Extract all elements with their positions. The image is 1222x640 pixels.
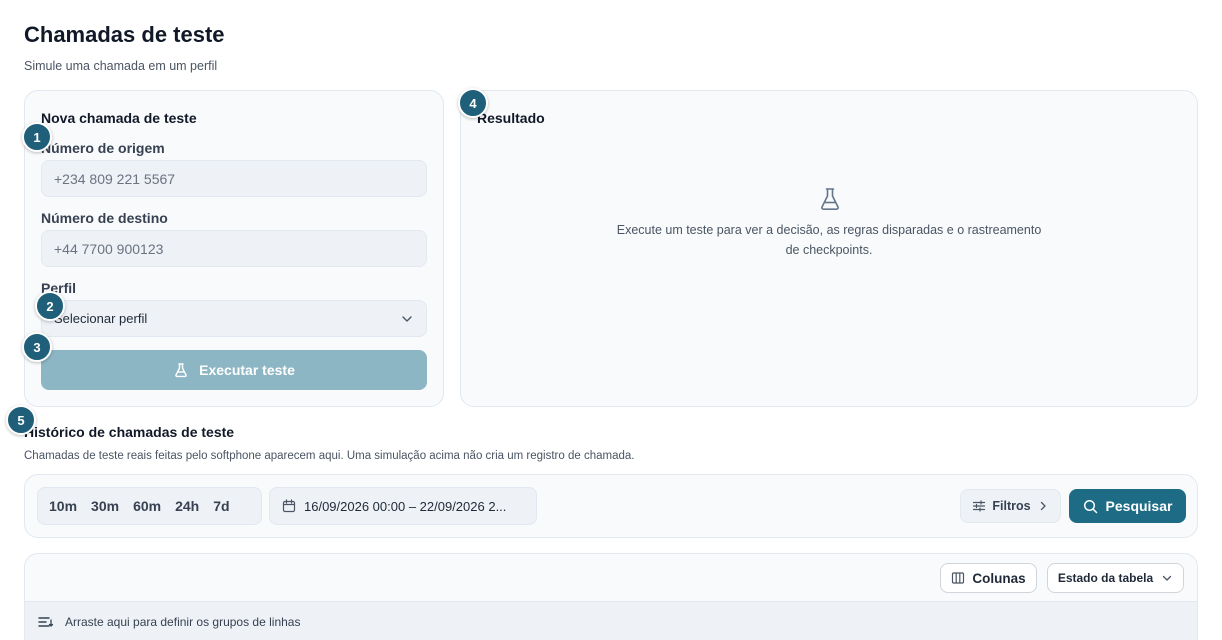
result-empty-message: Execute um teste para ver a decisão, as … bbox=[616, 223, 1042, 257]
range-60m[interactable]: 60m bbox=[126, 498, 168, 514]
date-range-picker[interactable]: 16/09/2026 00:00 – 22/09/2026 2... bbox=[269, 487, 537, 525]
run-test-button[interactable]: Executar teste bbox=[41, 350, 427, 390]
range-24h[interactable]: 24h bbox=[168, 498, 206, 514]
step-badge-4: 4 bbox=[458, 88, 488, 118]
table-state-button[interactable]: Estado da tabela bbox=[1047, 563, 1184, 593]
destination-input[interactable] bbox=[41, 230, 427, 267]
range-7d[interactable]: 7d bbox=[206, 498, 236, 514]
new-call-title: Nova chamada de teste bbox=[41, 110, 197, 126]
filters-label: Filtros bbox=[992, 499, 1031, 513]
step-badge-5: 5 bbox=[6, 405, 36, 435]
destination-label: Número de destino bbox=[41, 210, 168, 226]
profile-select-value: Selecionar perfil bbox=[54, 311, 148, 326]
page-title: Chamadas de teste bbox=[24, 22, 225, 47]
table-state-label: Estado da tabela bbox=[1057, 571, 1154, 585]
group-rows-icon bbox=[38, 615, 53, 629]
origin-input[interactable] bbox=[41, 160, 427, 197]
step-badge-3: 3 bbox=[22, 332, 52, 362]
columns-button[interactable]: Colunas bbox=[940, 563, 1037, 593]
run-test-label: Executar teste bbox=[199, 362, 295, 378]
step-badge-1: 1 bbox=[22, 122, 52, 152]
history-table: Colunas Estado da tabela Arraste aqui pa… bbox=[24, 553, 1198, 640]
date-range-value: 16/09/2026 00:00 – 22/09/2026 2... bbox=[304, 498, 507, 514]
columns-label: Colunas bbox=[972, 570, 1026, 586]
sliders-icon bbox=[972, 499, 986, 513]
history-title: Histórico de chamadas de teste bbox=[24, 424, 235, 440]
result-card: Resultado Execute um teste para ver a de… bbox=[460, 90, 1198, 407]
range-10m[interactable]: 10m bbox=[42, 498, 84, 514]
range-30m[interactable]: 30m bbox=[84, 498, 126, 514]
history-subtitle: Chamadas de teste reais feitas pelo soft… bbox=[24, 450, 635, 462]
flask-icon bbox=[173, 362, 189, 378]
calendar-icon bbox=[282, 499, 296, 513]
origin-label: Número de origem bbox=[41, 140, 165, 156]
chevron-down-icon bbox=[1161, 572, 1173, 584]
search-label: Pesquisar bbox=[1105, 498, 1173, 514]
new-call-card: Nova chamada de teste Número de origem N… bbox=[24, 90, 444, 407]
step-badge-2: 2 bbox=[35, 291, 65, 321]
chevron-down-icon bbox=[400, 312, 414, 326]
history-filter-bar: 10m 30m 60m 24h 7d 16/09/2026 00:00 – 22… bbox=[24, 474, 1198, 538]
chevron-right-icon bbox=[1037, 500, 1049, 512]
result-title: Resultado bbox=[477, 110, 545, 126]
row-group-dropzone[interactable]: Arraste aqui para definir os grupos de l… bbox=[25, 601, 1197, 640]
columns-icon bbox=[951, 571, 965, 585]
search-icon bbox=[1083, 499, 1098, 514]
filters-button[interactable]: Filtros bbox=[960, 489, 1061, 523]
flask-icon bbox=[819, 187, 841, 211]
page-subtitle: Simule uma chamada em um perfil bbox=[24, 59, 218, 73]
row-group-hint: Arraste aqui para definir os grupos de l… bbox=[65, 614, 301, 629]
time-range-group: 10m 30m 60m 24h 7d bbox=[37, 487, 262, 525]
profile-select[interactable]: Selecionar perfil bbox=[41, 300, 427, 337]
search-button[interactable]: Pesquisar bbox=[1069, 489, 1186, 523]
